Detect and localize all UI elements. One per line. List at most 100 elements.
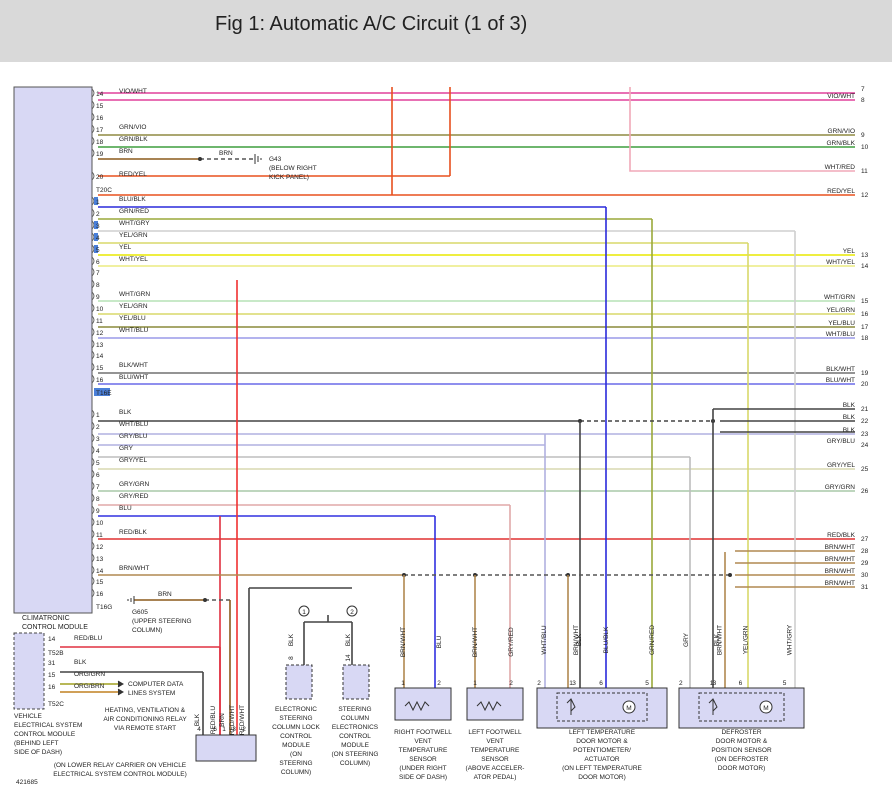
pin-number: 17 <box>96 127 104 134</box>
pin-number: 1 <box>96 412 100 419</box>
motor-wire-label: WHT/GRY <box>787 624 794 655</box>
ref-number: 13 <box>861 252 869 259</box>
pin-number: 2 <box>96 211 100 218</box>
ref-number: 27 <box>861 536 869 543</box>
pin-number: 8 <box>96 282 100 289</box>
relay-wire-label: RED/WHT <box>229 705 236 735</box>
sensor-wire-label: BLU <box>436 635 443 648</box>
steering-elec-name: COLUMN <box>341 715 369 722</box>
ref-wire-label: WHT/BLU <box>826 331 856 338</box>
pin-number: 12 <box>96 330 104 337</box>
pin-number: 16 <box>96 115 104 122</box>
ref-wire-label: BRN/WHT <box>825 556 855 563</box>
pin-wire-label: RED/YEL <box>119 171 147 178</box>
figure-id: 421685 <box>16 779 38 786</box>
sensor-pin: 2 <box>437 680 441 687</box>
right-vent-sensor-name: (UNDER RIGHT <box>399 765 446 772</box>
splice-number: 1 <box>302 609 306 616</box>
pin-wire-label: WHT/GRY <box>119 220 150 227</box>
pin-number: 4 <box>96 448 100 455</box>
steering-lock-name: MODULE <box>282 742 310 749</box>
defroster-motor-name: POSITION SENSOR <box>711 747 772 754</box>
motor-pin: 2 <box>679 680 683 687</box>
pin-number: 3 <box>96 436 100 443</box>
pin-number: 14 <box>96 568 104 575</box>
pin-number: 11 <box>96 532 103 539</box>
splice-number: 2 <box>350 609 354 616</box>
relay-name: (ON LOWER RELAY CARRIER ON VEHICLE <box>54 762 187 769</box>
relay-name: HEATING, VENTILATION & <box>105 707 186 714</box>
steering-elec-name: (ON STEERING <box>332 751 379 758</box>
motor-wire-label: GRN/RED <box>649 625 656 655</box>
ref-wire-label: BLK/WHT <box>826 366 855 373</box>
left-temp-motor-name: DOOR MOTOR & <box>576 738 628 745</box>
ground-g605-icon <box>127 596 135 604</box>
pin-wire-label: YEL/GRN <box>119 232 148 239</box>
connector-label: T52C <box>48 701 64 708</box>
ref-number: 18 <box>861 335 869 342</box>
pin-number: 10 <box>96 306 104 313</box>
connector-label: T52B <box>48 650 64 657</box>
left-temp-motor-name: POTENTIOMETER/ <box>573 747 631 754</box>
steering-elec-name: MODULE <box>341 742 369 749</box>
motor-pin: 6 <box>739 680 743 687</box>
ground-wire-label: BRN <box>158 591 172 598</box>
pin-number: 1 <box>96 199 100 206</box>
ref-wire-label: YEL/BLU <box>828 320 855 327</box>
arrow-icon <box>117 680 124 696</box>
motor-pin: 2 <box>537 680 541 687</box>
sensor-wire-label: BRN/WHT <box>400 627 407 657</box>
connector-label: T20C <box>96 187 112 194</box>
ref-number: 9 <box>861 132 865 139</box>
sensor-pin: 1 <box>401 680 405 687</box>
module-wire-label: BLK <box>288 633 295 646</box>
ref-wire-label: BLK <box>843 402 856 409</box>
motor-pin: 3 <box>572 680 576 687</box>
pin-number: 15 <box>96 103 104 110</box>
pin-number: 6 <box>96 472 100 479</box>
pin-wire-label: BLU <box>119 505 132 512</box>
module-name-label: CONTROL MODULE <box>22 624 88 631</box>
page-title: Fig 1: Automatic A/C Circuit (1 of 3) <box>215 13 528 35</box>
ref-wire-label: GRN/VIO <box>828 128 855 135</box>
steering-elec-name: CONTROL <box>339 733 371 740</box>
steering-lock-name: STEERING <box>279 715 312 722</box>
relay-name: VIA REMOTE START <box>114 725 176 732</box>
ref-number: 15 <box>861 298 869 305</box>
ground-wire-label: BRN <box>219 150 233 157</box>
ref-number: 28 <box>861 548 869 555</box>
pin-number: 20 <box>96 174 104 181</box>
vecm-name: SIDE OF DASH) <box>14 749 62 756</box>
ref-number: 31 <box>861 584 869 591</box>
ref-number: 7 <box>861 86 865 93</box>
pin-number: 15 <box>96 579 104 586</box>
motor-symbol: M <box>626 705 631 712</box>
vecm-box <box>13 632 45 710</box>
pin-number: 14 <box>96 91 104 98</box>
right-vent-sensor-name: RIGHT FOOTWELL <box>394 729 452 736</box>
vecm-pin: 16 <box>48 684 56 691</box>
module-name-label: CLIMATRONIC <box>22 615 70 622</box>
connector-label: T16G <box>96 604 112 611</box>
vecm-wire-label: BLK <box>74 659 87 666</box>
pin-number: 8 <box>96 496 100 503</box>
pin-wire-label: GRY/YEL <box>119 457 147 464</box>
pin-wire-label: GRY <box>119 445 134 452</box>
pin-number: 16 <box>96 377 104 384</box>
motor-wire-label: BLK <box>576 633 583 646</box>
left-temp-motor-name: DOOR MOTOR) <box>578 774 626 781</box>
ref-wire-label: GRY/YEL <box>827 462 855 469</box>
ref-number: 8 <box>861 97 865 104</box>
pin-number: 16 <box>96 591 104 598</box>
module-pin: 8 <box>288 656 295 660</box>
data-lines-label: COMPUTER DATA <box>128 681 184 688</box>
ground-location: (UPPER STEERING <box>132 618 192 625</box>
pin-wire-label: VIO/WHT <box>119 88 147 95</box>
sensor-pin: 2 <box>509 680 513 687</box>
ref-number: 16 <box>861 311 869 318</box>
ref-number: 22 <box>861 418 869 425</box>
ref-wire-label: BLK <box>843 427 856 434</box>
steering-lock-name: COLUMN LOCK <box>272 724 320 731</box>
pin-number: 5 <box>96 247 100 254</box>
ref-wire-label: BRN/WHT <box>825 544 855 551</box>
